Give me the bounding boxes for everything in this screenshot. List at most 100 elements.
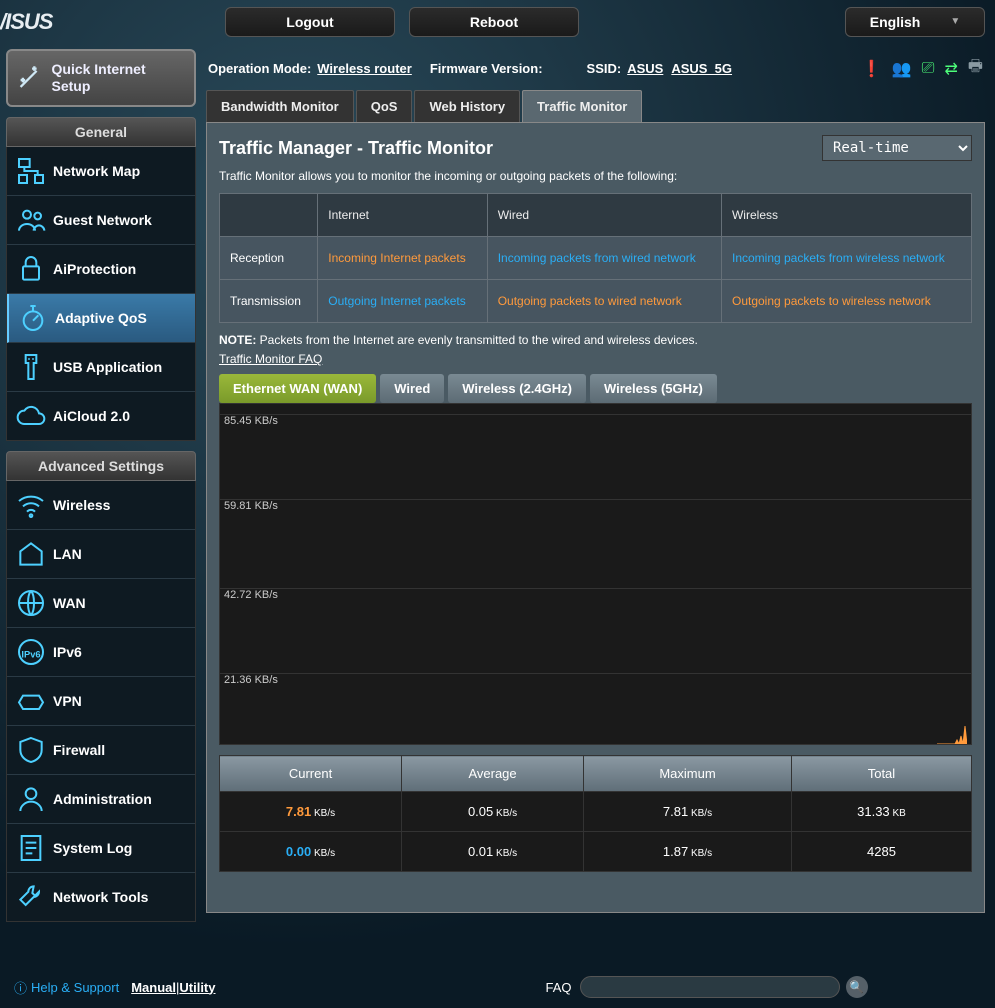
info-bar: Operation Mode: Wireless router Firmware… [206,51,985,90]
graph-tab-wireless-2-4ghz-[interactable]: Wireless (2.4GHz) [448,374,586,403]
op-mode-value[interactable]: Wireless router [317,61,412,76]
stats-cell: 4285 [791,832,971,872]
faq-search-button[interactable]: 🔍 [846,976,868,998]
chevron-down-icon: ▼ [950,16,960,27]
stats-cell: 7.81 KB/s [220,792,402,832]
packet-table: InternetWiredWireless ReceptionIncoming … [219,193,972,323]
sidebar-item-aicloud-2-0[interactable]: AiCloud 2.0 [7,392,195,440]
y-tick: 21.36 KB/s [224,674,278,686]
packet-link[interactable]: Outgoing Internet packets [328,294,465,308]
aiprotection-icon [15,257,47,281]
sidebar-item-label: AiCloud 2.0 [53,408,130,424]
packet-row-label: Transmission [220,280,318,323]
language-dropdown[interactable]: English ▼ [845,7,985,37]
y-tick: 59.81 KB/s [224,500,278,512]
stats-header: Current [220,756,402,792]
packet-link[interactable]: Incoming packets from wired network [498,251,696,265]
sidebar-item-wan[interactable]: WAN [7,579,195,628]
usb-application-icon [15,355,47,379]
graph-tab-wireless-5ghz-[interactable]: Wireless (5GHz) [590,374,717,403]
sidebar-item-label: VPN [53,693,82,709]
help-support-link[interactable]: Help & Support [31,980,119,995]
lan-icon [15,542,47,566]
intro-text: Traffic Monitor allows you to monitor th… [219,169,972,183]
sidebar-item-vpn[interactable]: VPN [7,677,195,726]
sidebar-item-lan[interactable]: LAN [7,530,195,579]
stats-cell: 0.05 KB/s [402,792,584,832]
packet-link[interactable]: Incoming packets from wireless network [732,251,945,265]
sidebar-item-firewall[interactable]: Firewall [7,726,195,775]
system-log-icon [15,836,47,860]
printer-icon[interactable]: 🖶 [968,55,983,82]
sidebar-item-network-tools[interactable]: Network Tools [7,873,195,921]
traffic-monitor-faq-link[interactable]: Traffic Monitor FAQ [219,352,322,366]
tab-bandwidth-monitor[interactable]: Bandwidth Monitor [206,90,354,122]
sidebar-item-guest-network[interactable]: Guest Network [7,196,195,245]
help-icon: ⓘ [14,978,27,997]
vpn-icon [15,689,47,713]
traffic-graph: 85.45 KB/s 59.81 KB/s 42.72 KB/s 21.36 K… [219,403,972,745]
sidebar-item-label: AiProtection [53,261,136,277]
stats-cell: 31.33 KB [791,792,971,832]
tab-web-history[interactable]: Web History [414,90,520,122]
sidebar-item-label: LAN [53,546,82,562]
note-text: Packets from the Internet are evenly tra… [256,333,698,347]
logout-button[interactable]: Logout [225,7,395,37]
aicloud-2-0-icon [15,404,47,428]
quick-setup-label: Quick Internet Setup [52,61,187,95]
stats-header: Average [402,756,584,792]
asus-logo: /ISUS [0,7,95,37]
sidebar-item-label: USB Application [53,359,162,375]
alert-icon[interactable]: ❗ [862,59,882,79]
sparkline-icon [937,724,967,744]
note-label: NOTE: [219,333,256,347]
stats-cell: 7.81 KB/s [584,792,792,832]
tab-traffic-monitor[interactable]: Traffic Monitor [522,90,642,122]
sidebar-item-ipv6[interactable]: IPv6IPv6 [7,628,195,677]
utility-link[interactable]: Utility [179,980,215,995]
usb-icon[interactable]: ⇄ [944,59,957,79]
wan-icon [15,591,47,615]
sidebar-header-general: General [6,117,196,147]
stats-header: Total [791,756,971,792]
sidebar-item-label: Wireless [53,497,110,513]
stats-cell: 0.00 KB/s [220,832,402,872]
network-icon[interactable]: ⎚ [922,60,935,78]
graph-tab-wired[interactable]: Wired [380,374,444,403]
time-range-select[interactable]: Real-time [822,135,972,161]
sidebar-item-label: Network Map [53,163,140,179]
language-label: English [870,14,921,30]
fw-label: Firmware Version: [430,61,543,76]
faq-label: FAQ [546,980,572,995]
stats-cell: 0.01 KB/s [402,832,584,872]
packet-header: Wired [487,194,721,237]
y-tick: 85.45 KB/s [224,415,278,427]
reboot-button[interactable]: Reboot [409,7,579,37]
quick-internet-setup[interactable]: Quick Internet Setup [6,49,196,107]
sidebar-item-administration[interactable]: Administration [7,775,195,824]
sidebar-item-label: Firewall [53,742,105,758]
sidebar-item-wireless[interactable]: Wireless [7,481,195,530]
ssid-1[interactable]: ASUS [627,61,663,76]
ssid-label: SSID: [587,61,622,76]
sidebar-item-network-map[interactable]: Network Map [7,147,195,196]
sidebar-item-system-log[interactable]: System Log [7,824,195,873]
users-icon[interactable]: 👥 [892,59,912,79]
packet-link[interactable]: Outgoing packets to wireless network [732,294,931,308]
packet-link[interactable]: Incoming Internet packets [328,251,465,265]
network-map-icon [15,159,47,183]
ssid-2[interactable]: ASUS_5G [671,61,732,76]
manual-link[interactable]: Manual [131,980,176,995]
sidebar-item-adaptive-qos[interactable]: Adaptive QoS [7,294,195,343]
sidebar-item-usb-application[interactable]: USB Application [7,343,195,392]
svg-text:IPv6: IPv6 [21,649,40,659]
network-tools-icon [15,885,47,909]
firewall-icon [15,738,47,762]
faq-search-input[interactable] [580,976,840,998]
wand-icon [16,64,44,92]
packet-link[interactable]: Outgoing packets to wired network [498,294,682,308]
tab-qos[interactable]: QoS [356,90,413,122]
adaptive-qos-icon [17,306,49,330]
graph-tab-ethernet-wan-wan-[interactable]: Ethernet WAN (WAN) [219,374,376,403]
sidebar-item-aiprotection[interactable]: AiProtection [7,245,195,294]
